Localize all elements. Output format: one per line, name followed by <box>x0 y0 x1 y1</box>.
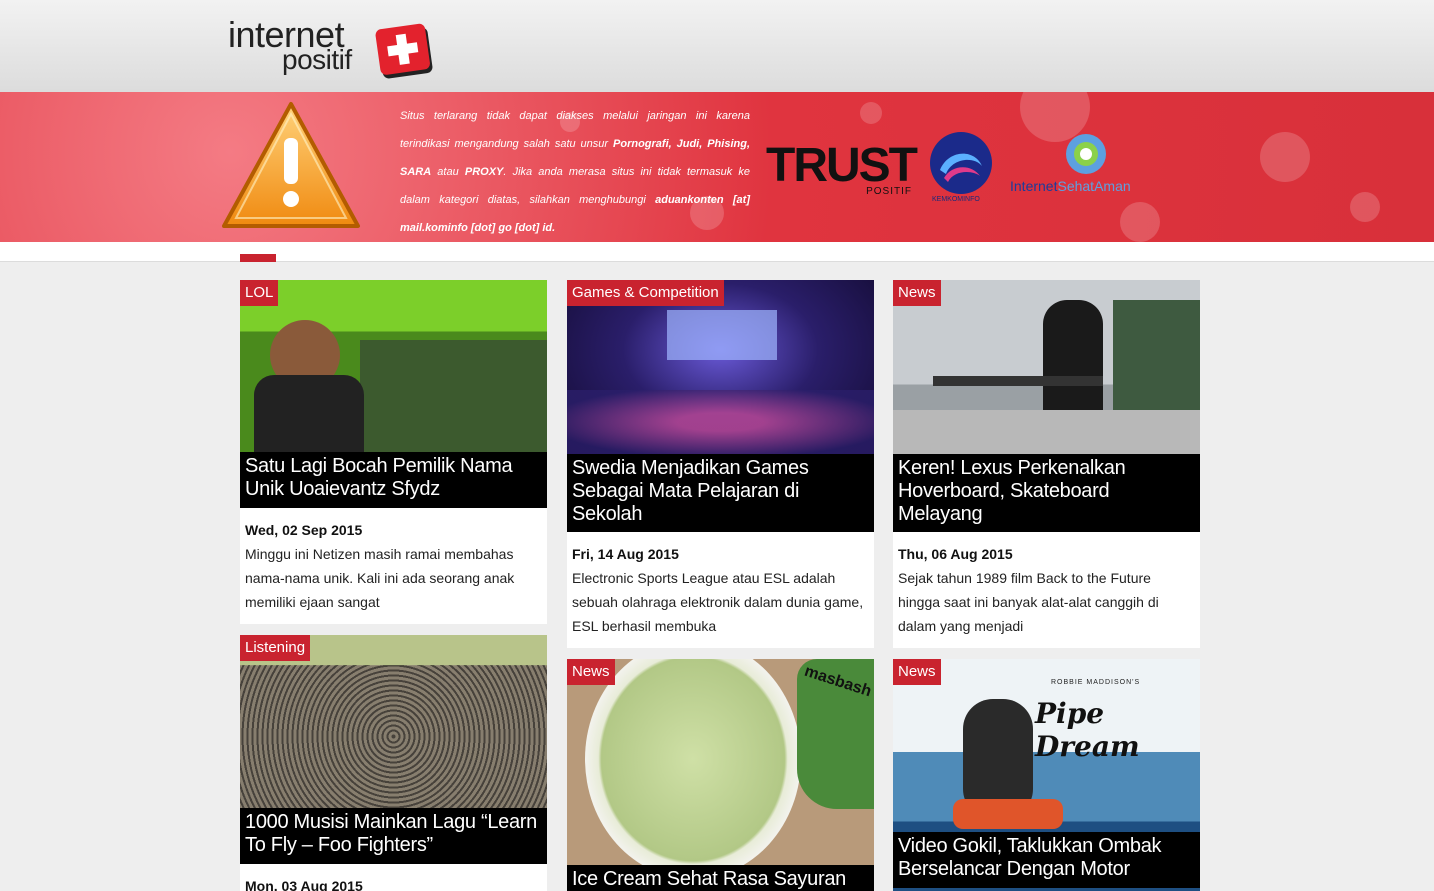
category-badge[interactable]: News <box>893 280 941 306</box>
internet-positif-logo[interactable]: internet positif <box>228 14 438 79</box>
article-excerpt: Electronic Sports League atau ESL adalah… <box>572 570 864 634</box>
article-title[interactable]: Satu Lagi Bocah Pemilik Nama Unik Uoaiev… <box>240 452 547 508</box>
blocked-site-banner: Situs terlarang tidak dapat diakses mela… <box>0 92 1434 242</box>
category-badge[interactable]: News <box>893 659 941 685</box>
article-card[interactable]: Listening 1000 Musisi Mainkan Lagu “Lear… <box>240 635 547 891</box>
nav-strip <box>0 242 1434 262</box>
image-caption-small: ROBBIE MADDISON'S <box>1051 679 1141 686</box>
article-image[interactable] <box>567 280 874 454</box>
category-badge[interactable]: Games & Competition <box>567 280 724 306</box>
isa-label: InternetSehatAman <box>1010 178 1131 194</box>
site-header: internet positif <box>0 0 1434 92</box>
article-title[interactable]: Swedia Menjadikan Games Sebagai Mata Pel… <box>567 454 874 532</box>
article-title[interactable]: Ice Cream Sehat Rasa Sayuran <box>567 865 874 891</box>
article-date: Mon, 03 Aug 2015 <box>245 878 363 891</box>
article-excerpt: Sejak tahun 1989 film Back to the Future… <box>898 570 1159 634</box>
article-date: Wed, 02 Sep 2015 <box>245 522 363 538</box>
article-card[interactable]: Games & Competition Swedia Menjadikan Ga… <box>567 280 874 648</box>
logo-text-positif: positif <box>282 44 352 75</box>
article-title[interactable]: Keren! Lexus Perkenalkan Hoverboard, Ska… <box>893 454 1200 532</box>
internet-sehat-aman-logo: InternetSehatAman <box>1010 132 1160 202</box>
kominfo-label: KEMKOMINFO <box>932 196 980 203</box>
article-image[interactable]: masbash <box>567 659 874 891</box>
kominfo-emblem-icon <box>930 132 992 194</box>
blocked-message: Situs terlarang tidak dapat diakses mela… <box>400 110 750 234</box>
article-card[interactable]: masbash News Ice Cream Sehat Rasa Sayura… <box>567 659 874 891</box>
plus-icon <box>375 23 433 79</box>
article-title[interactable]: 1000 Musisi Mainkan Lagu “Learn To Fly –… <box>240 808 547 864</box>
warning-icon <box>222 102 360 228</box>
article-image[interactable] <box>893 280 1200 454</box>
article-excerpt: Minggu ini Netizen masih ramai membahas … <box>245 546 515 610</box>
category-badge[interactable]: LOL <box>240 280 279 306</box>
trust-logo-subtext: POSITIF <box>866 186 912 197</box>
article-card[interactable]: ROBBIE MADDISON'S Pipe Dream News Video … <box>893 659 1200 891</box>
article-title[interactable]: Video Gokil, Taklukkan Ombak Berselancar… <box>893 832 1200 888</box>
article-card[interactable]: News Keren! Lexus Perkenalkan Hoverboard… <box>893 280 1200 648</box>
category-badge[interactable]: Listening <box>240 635 311 661</box>
article-image[interactable] <box>240 280 547 452</box>
trust-logo-text: TRUST <box>766 139 918 192</box>
article-date: Fri, 14 Aug 2015 <box>572 546 679 562</box>
globe-icon <box>1066 134 1106 174</box>
trust-positif-logo: TRUST POSITIF <box>766 139 918 198</box>
nav-tab[interactable] <box>240 254 276 262</box>
article-date: Thu, 06 Aug 2015 <box>898 546 1013 562</box>
kominfo-logo: KEMKOMINFO <box>928 130 994 206</box>
article-card[interactable]: LOL Satu Lagi Bocah Pemilik Nama Unik Uo… <box>240 280 547 624</box>
category-badge[interactable]: News <box>567 659 615 685</box>
image-caption-main: Pipe Dream <box>1035 697 1140 763</box>
